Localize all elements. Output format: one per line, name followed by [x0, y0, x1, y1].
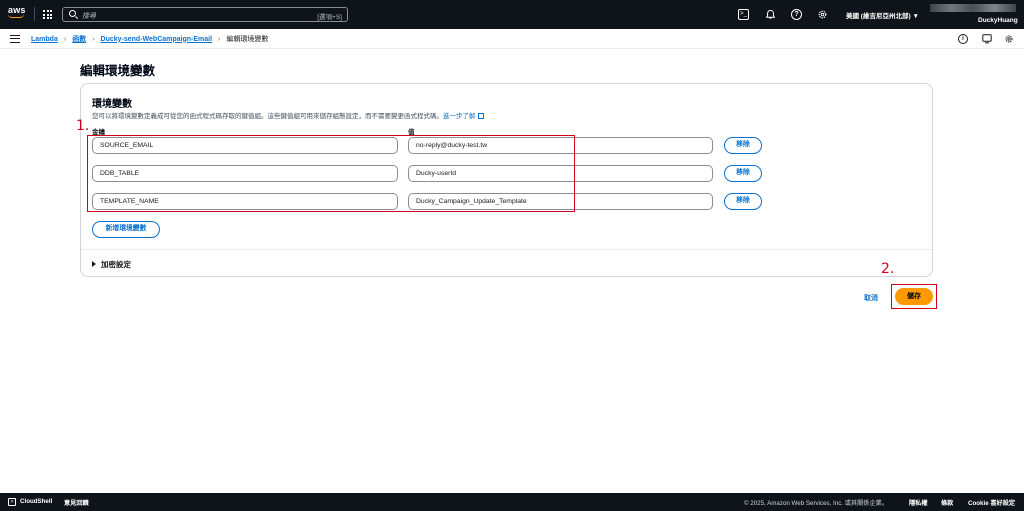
cloudshell-icon: > [8, 498, 16, 506]
aws-logo[interactable]: aws [8, 6, 28, 22]
info-icon[interactable]: i [958, 34, 968, 44]
search-shortcut: [選項+S] [317, 14, 342, 21]
search-placeholder: 搜尋 [82, 13, 96, 20]
divider [81, 249, 932, 250]
panel-heading: 環境變數 [92, 99, 132, 110]
region-selector[interactable]: 美國 (維吉尼亞州北部) ▼ [846, 10, 919, 20]
annotation-box-variables [87, 135, 575, 212]
save-button[interactable]: 儲存 [895, 288, 933, 305]
account-menu[interactable]: DuckyHuang [978, 17, 1018, 24]
cookie-preferences-link[interactable]: Cookie 喜好設定 [968, 498, 1015, 507]
search-input[interactable]: 搜尋 [選項+S] [62, 7, 348, 22]
add-env-var-button[interactable]: 新增環境變數 [92, 221, 160, 238]
help-icon[interactable]: ? [791, 9, 802, 20]
annotation-2: 2. [881, 261, 895, 277]
annotation-1: 1. [76, 118, 90, 134]
panel-description: 您可以將環境變數定義成可從您的函式程式碼存取的鍵值組。這些鍵值組可用來儲存組態設… [92, 110, 484, 120]
aws-logo-text: aws [8, 5, 26, 15]
cloudshell-icon[interactable]: >_ [738, 9, 749, 20]
external-link-icon [477, 113, 484, 119]
search-icon [69, 10, 76, 17]
footer: > CloudShell 意見回饋 © 2025, Amazon Web Ser… [0, 493, 1024, 511]
copyright-text: © 2025, Amazon Web Services, Inc. 或其關係企業… [744, 500, 889, 507]
chevron-right-icon: › [92, 35, 95, 43]
menu-hamburger-icon[interactable] [10, 35, 20, 43]
page-title: 編輯環境變數 [80, 64, 156, 78]
learn-more-link[interactable]: 進一步了解 [443, 113, 476, 120]
breadcrumb: Lambda › 函數 › Ducky-send-WebCampaign-Ema… [31, 34, 268, 44]
encryption-settings-toggle[interactable]: 加密設定 [92, 259, 131, 270]
breadcrumb-functions[interactable]: 函數 [72, 34, 86, 44]
settings-gear-icon[interactable] [1004, 34, 1014, 44]
breadcrumb-lambda[interactable]: Lambda [31, 36, 58, 43]
remove-button[interactable]: 移除 [724, 165, 762, 182]
breadcrumb-bar: Lambda › 函數 › Ducky-send-WebCampaign-Ema… [0, 29, 1024, 49]
account-id-redacted [930, 4, 1016, 12]
breadcrumb-function-name[interactable]: Ducky-send-WebCampaign-Email [101, 36, 213, 43]
terms-link[interactable]: 條款 [941, 498, 953, 507]
breadcrumb-current: 編輯環境變數 [226, 36, 269, 43]
privacy-link[interactable]: 隱私權 [909, 498, 928, 507]
encryption-settings-label: 加密設定 [101, 260, 131, 269]
feedback-panel-icon[interactable] [982, 34, 992, 44]
nav-divider [34, 7, 35, 21]
remove-button[interactable]: 移除 [724, 193, 762, 210]
caret-right-icon [92, 261, 96, 267]
cancel-button[interactable]: 取消 [864, 293, 878, 303]
cloudshell-link[interactable]: CloudShell [20, 498, 52, 505]
chevron-right-icon: › [218, 35, 221, 43]
settings-gear-icon[interactable] [817, 9, 828, 20]
chevron-right-icon: › [63, 35, 67, 43]
remove-button[interactable]: 移除 [724, 137, 762, 154]
feedback-link[interactable]: 意見回饋 [64, 498, 89, 507]
description-text: 您可以將環境變數定義成可從您的函式程式碼存取的鍵值組。這些鍵值組可用來儲存組態設… [92, 113, 443, 120]
notifications-bell-icon[interactable] [765, 9, 776, 20]
services-grid-icon[interactable] [43, 10, 52, 19]
top-navigation: aws 搜尋 [選項+S] >_ ? 美國 (維吉尼亞州北部) ▼ DuckyH… [0, 0, 1024, 29]
